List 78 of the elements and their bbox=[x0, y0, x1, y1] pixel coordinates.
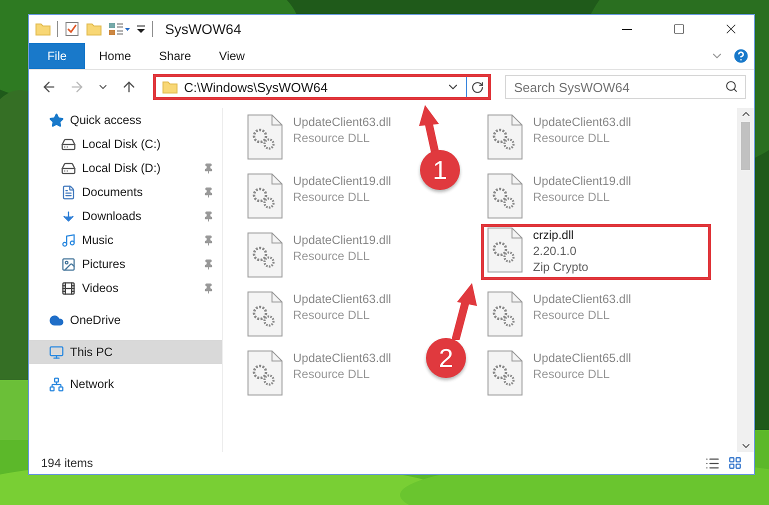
grid-icon bbox=[728, 456, 742, 470]
help-icon bbox=[732, 47, 750, 65]
gear-file-icon bbox=[487, 227, 523, 273]
sidebar-item[interactable]: This PC bbox=[29, 340, 222, 364]
file-name: UpdateClient19.dll bbox=[293, 173, 392, 189]
star-icon bbox=[49, 112, 64, 128]
file-detail: 2.20.1.0 bbox=[533, 243, 578, 259]
file-item[interactable]: crzip.dll 2.20.1.0 Zip Crypto bbox=[481, 224, 711, 280]
sidebar-item[interactable]: Music bbox=[29, 228, 222, 252]
down-arrow-icon bbox=[61, 208, 76, 224]
gear-file-icon bbox=[247, 350, 283, 396]
address-bar[interactable]: C:\Windows\SysWOW64 bbox=[153, 74, 491, 100]
right-arrow-icon bbox=[69, 79, 85, 95]
music-note-icon bbox=[61, 232, 76, 248]
file-name: UpdateClient63.dll bbox=[293, 291, 392, 307]
file-detail: Resource DLL bbox=[293, 307, 371, 323]
file-detail: Zip Crypto bbox=[533, 259, 588, 275]
list-icon bbox=[705, 456, 720, 470]
folder-icon bbox=[162, 79, 178, 95]
file-detail: Resource DLL bbox=[533, 189, 611, 205]
file-name: UpdateClient19.dll bbox=[533, 173, 632, 189]
drive-icon bbox=[61, 160, 76, 176]
sidebar-item[interactable]: Network bbox=[29, 372, 222, 396]
folder-icon bbox=[35, 21, 51, 37]
maximize-icon bbox=[673, 23, 685, 35]
sidebar-item[interactable]: OneDrive bbox=[29, 308, 222, 332]
gear-file-icon bbox=[247, 232, 283, 278]
network-icon bbox=[49, 376, 64, 392]
file-name: UpdateClient63.dll bbox=[533, 291, 632, 307]
gear-file-icon bbox=[247, 114, 283, 160]
file-name: UpdateClient63.dll bbox=[293, 114, 392, 130]
file-detail: Resource DLL bbox=[293, 189, 371, 205]
gear-file-icon bbox=[487, 114, 523, 160]
file-detail: Resource DLL bbox=[533, 307, 611, 323]
sidebar-item[interactable]: Local Disk (D:) bbox=[29, 156, 222, 180]
file-detail: Resource DLL bbox=[293, 366, 371, 382]
ribbon-tab[interactable]: View bbox=[205, 43, 259, 69]
window-title: SysWOW64 bbox=[165, 21, 242, 37]
search-icon bbox=[725, 80, 738, 93]
sidebar-item[interactable]: Downloads bbox=[29, 204, 222, 228]
scroll-thumb[interactable] bbox=[741, 122, 750, 170]
picture-icon bbox=[61, 256, 76, 272]
checklist-icon bbox=[64, 21, 80, 37]
search-field[interactable]: Search SysWOW64 bbox=[504, 75, 746, 99]
up-arrow-icon bbox=[121, 79, 137, 95]
item-count: 194 items bbox=[41, 456, 94, 470]
scrollbar[interactable] bbox=[737, 108, 754, 452]
sidebar-item[interactable]: Local Disk (C:) bbox=[29, 132, 222, 156]
gear-file-icon bbox=[487, 350, 523, 396]
gear-file-icon bbox=[487, 173, 523, 219]
ribbon-tab[interactable]: Share bbox=[145, 43, 206, 69]
sidebar-item[interactable]: Documents bbox=[29, 180, 222, 204]
file-detail: Resource DLL bbox=[293, 248, 371, 264]
gear-file-icon bbox=[247, 291, 283, 337]
sidebar-item[interactable]: Quick access bbox=[29, 108, 222, 132]
ribbon-tab[interactable]: Home bbox=[85, 43, 146, 69]
cloud-icon bbox=[49, 312, 64, 328]
file-name: UpdateClient65.dll bbox=[533, 350, 632, 366]
properties-icon bbox=[108, 21, 130, 37]
gear-file-icon bbox=[247, 173, 283, 219]
file-menu-button[interactable]: File bbox=[29, 43, 85, 69]
drive-icon bbox=[61, 136, 76, 152]
sidebar-item[interactable]: Videos bbox=[29, 276, 222, 300]
file-detail: Resource DLL bbox=[293, 130, 371, 146]
file-name: UpdateClient63.dll bbox=[293, 350, 392, 366]
monitor-icon bbox=[49, 344, 64, 360]
film-icon bbox=[61, 280, 76, 296]
file-name: UpdateClient63.dll bbox=[533, 114, 632, 130]
folder-icon bbox=[86, 21, 102, 37]
minimize-icon bbox=[622, 28, 632, 30]
file-name: UpdateClient19.dll bbox=[293, 232, 392, 248]
file-detail: Resource DLL bbox=[533, 130, 611, 146]
refresh-icon bbox=[470, 80, 484, 94]
file-name: crzip.dll bbox=[533, 227, 575, 243]
document-icon bbox=[61, 184, 76, 200]
file-detail: Resource DLL bbox=[533, 366, 611, 382]
gear-file-icon bbox=[487, 291, 523, 337]
sidebar-item[interactable]: Pictures bbox=[29, 252, 222, 276]
